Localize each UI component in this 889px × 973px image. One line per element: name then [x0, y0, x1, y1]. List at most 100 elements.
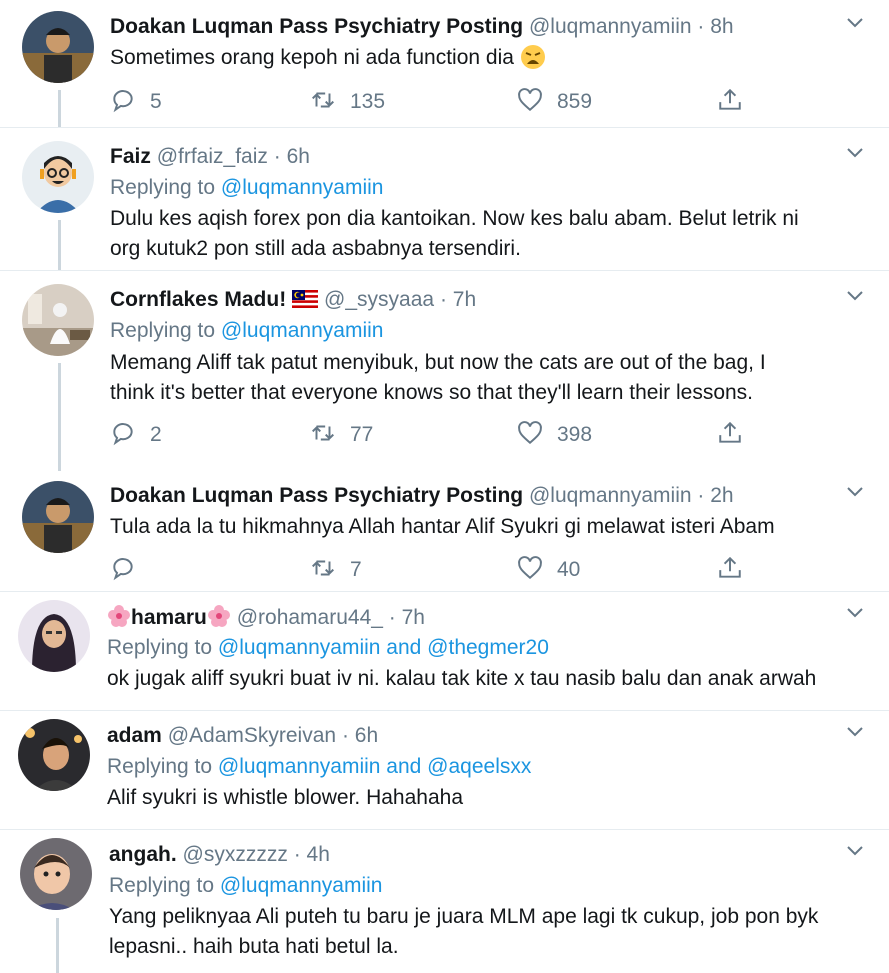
- tweet-text: Tula ada la tu hikmahnya Allah hantar Al…: [110, 515, 775, 538]
- timestamp[interactable]: 4h: [307, 843, 330, 866]
- reply-count: 2: [150, 423, 162, 446]
- avatar[interactable]: [18, 719, 90, 791]
- chevron-down-icon[interactable]: [847, 291, 863, 301]
- tweet-text-line: think it's better that everyone knows so…: [110, 381, 754, 404]
- timestamp[interactable]: 6h: [287, 145, 310, 168]
- share-icon: [717, 87, 743, 118]
- like-button[interactable]: 859: [517, 87, 592, 117]
- retweet-button[interactable]: 77: [310, 420, 373, 450]
- timestamp[interactable]: 7h: [453, 288, 476, 311]
- chevron-down-icon[interactable]: [847, 148, 863, 158]
- replying-to-mention[interactable]: @luqmannyamiin: [221, 319, 384, 342]
- tweet-text-block: Sometimes orang kepoh ni ada function di…: [110, 43, 546, 73]
- separator-dot: ·: [273, 145, 281, 168]
- like-icon: [517, 555, 543, 586]
- replying-to-mention[interactable]: @luqmannyamiin and @aqeelsxx: [218, 755, 531, 778]
- reply-button[interactable]: 2: [110, 420, 162, 450]
- tweet-text: Sometimes orang kepoh ni ada function di…: [110, 46, 514, 69]
- avatar[interactable]: [18, 600, 90, 672]
- tweet-text: Alif syukri is whistle blower. Hahahaha: [107, 786, 463, 809]
- username[interactable]: @_sysyaaa: [324, 288, 434, 311]
- tweet-header: Doakan Luqman Pass Psychiatry Posting @l…: [110, 14, 734, 40]
- chevron-down-icon[interactable]: [847, 608, 863, 618]
- chevron-down-icon[interactable]: [847, 846, 863, 856]
- malaysia-flag-emoji: [292, 289, 319, 308]
- share-button[interactable]: [717, 420, 743, 450]
- timestamp[interactable]: 7h: [402, 606, 425, 629]
- tweet[interactable]: Doakan Luqman Pass Psychiatry Posting @l…: [0, 471, 889, 591]
- tweet-text-block: ok jugak aliff syukri buat iv ni. kalau …: [107, 664, 816, 694]
- username[interactable]: @AdamSkyreivan: [168, 724, 336, 747]
- cherry-blossom-emoji: [107, 604, 131, 628]
- replying-to: Replying to @luqmannyamiin: [110, 174, 383, 202]
- retweet-button[interactable]: 7: [310, 555, 362, 585]
- tweet[interactable]: Doakan Luqman Pass Psychiatry Posting @l…: [0, 0, 889, 128]
- tweet-text-line: org kutuk2 pon still ada asbabnya tersen…: [110, 237, 521, 260]
- like-count: 859: [557, 90, 593, 113]
- replying-to-mention[interactable]: @luqmannyamiin and @thegmer20: [218, 636, 549, 659]
- thread-line: [58, 363, 61, 471]
- thread-line: [56, 918, 59, 973]
- username[interactable]: @luqmannyamiin: [529, 15, 692, 38]
- timestamp[interactable]: 6h: [355, 724, 378, 747]
- tweet[interactable]: Faiz @frfaiz_faiz · 6h Replying to @luqm…: [0, 128, 889, 270]
- tweet-text-block: Alif syukri is whistle blower. Hahahaha: [107, 783, 463, 813]
- display-name[interactable]: hamaru: [131, 606, 207, 629]
- like-button[interactable]: 40: [517, 555, 580, 585]
- tweet-actions: 2 77 398: [110, 420, 750, 450]
- avatar[interactable]: [22, 284, 94, 356]
- replying-to-mention[interactable]: @luqmannyamiin: [220, 874, 383, 897]
- tweet-text-line: Dulu kes aqish forex pon dia kantoikan. …: [110, 207, 799, 230]
- chevron-down-icon[interactable]: [847, 727, 863, 737]
- tweet[interactable]: adam @AdamSkyreivan · 6h Replying to @lu…: [0, 711, 889, 829]
- username[interactable]: @rohamaru44_: [237, 606, 383, 629]
- replying-to-label: Replying to: [107, 636, 213, 659]
- replying-to: Replying to @luqmannyamiin: [110, 317, 383, 345]
- username[interactable]: @syxzzzzz: [183, 843, 288, 866]
- timestamp[interactable]: 2h: [710, 484, 733, 507]
- display-name[interactable]: angah.: [109, 843, 177, 866]
- username[interactable]: @frfaiz_faiz: [157, 145, 268, 168]
- display-name[interactable]: Cornflakes Madu!: [110, 288, 286, 311]
- username[interactable]: @luqmannyamiin: [529, 484, 692, 507]
- chevron-down-icon[interactable]: [847, 487, 863, 497]
- share-button[interactable]: [717, 555, 743, 585]
- retweet-icon: [310, 555, 336, 586]
- replying-to: Replying to @luqmannyamiin and @thegmer2…: [107, 634, 549, 662]
- tweet-header: adam @AdamSkyreivan · 6h: [107, 723, 378, 749]
- replying-to-label: Replying to: [107, 755, 213, 778]
- avatar[interactable]: [22, 141, 94, 213]
- like-icon: [517, 420, 543, 451]
- retweet-icon: [310, 87, 336, 118]
- tweet-text-line: Yang peliknyaa Ali puteh tu baru je juar…: [109, 905, 819, 928]
- tweet[interactable]: hamaru @rohamaru44_ · 7h Replying to @lu…: [0, 592, 889, 710]
- share-icon: [717, 420, 743, 451]
- retweet-button[interactable]: 135: [310, 87, 385, 117]
- display-name[interactable]: Doakan Luqman Pass Psychiatry Posting: [110, 15, 523, 38]
- avatar[interactable]: [22, 481, 94, 553]
- replying-to-label: Replying to: [110, 319, 216, 342]
- separator-dot: ·: [697, 484, 705, 507]
- tweet[interactable]: angah. @syxzzzzz · 4h Replying to @luqma…: [0, 830, 889, 973]
- replying-to-label: Replying to: [109, 874, 215, 897]
- separator-dot: ·: [293, 843, 301, 866]
- avatar[interactable]: [22, 11, 94, 83]
- reply-count: 5: [150, 90, 162, 113]
- display-name[interactable]: adam: [107, 724, 162, 747]
- display-name[interactable]: Faiz: [110, 145, 151, 168]
- replying-to-mention[interactable]: @luqmannyamiin: [221, 176, 384, 199]
- weary-face-emoji: [520, 44, 546, 70]
- tweet-text: Memang Aliff tak patut menyibuk, but now…: [110, 348, 766, 408]
- share-button[interactable]: [717, 87, 743, 117]
- chevron-down-icon[interactable]: [847, 18, 863, 28]
- reply-button[interactable]: [110, 555, 136, 585]
- reply-icon: [110, 87, 136, 118]
- avatar[interactable]: [20, 838, 92, 910]
- timestamp[interactable]: 8h: [710, 15, 733, 38]
- display-name[interactable]: Doakan Luqman Pass Psychiatry Posting: [110, 484, 523, 507]
- retweet-count: 7: [350, 558, 362, 581]
- tweet-header: Cornflakes Madu! @_sysyaaa · 7h: [110, 287, 476, 313]
- tweet[interactable]: Cornflakes Madu! @_sysyaaa · 7h Replying…: [0, 271, 889, 471]
- like-button[interactable]: 398: [517, 420, 592, 450]
- reply-button[interactable]: 5: [110, 87, 162, 117]
